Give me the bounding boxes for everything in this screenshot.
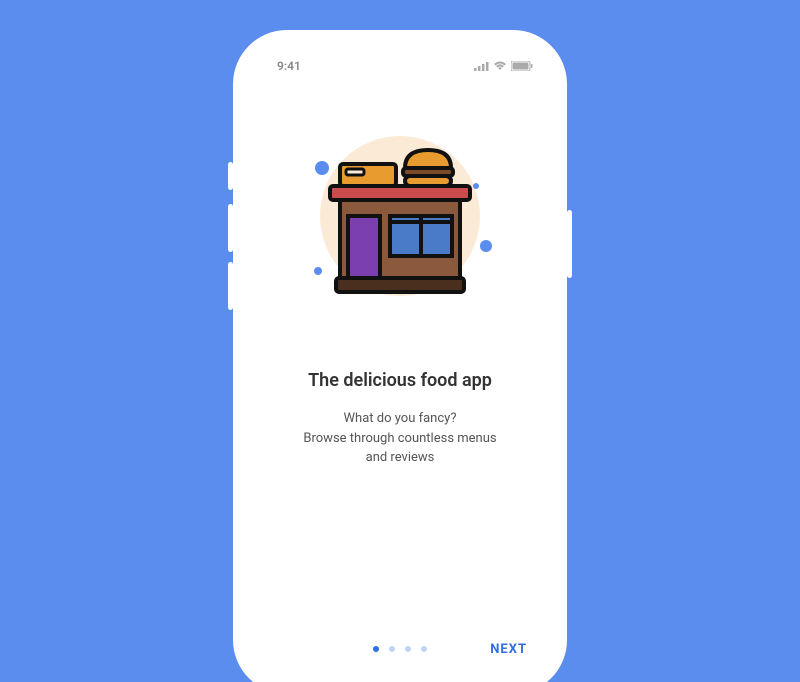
status-icons <box>474 61 537 71</box>
signal-icon <box>474 61 489 71</box>
page-dot[interactable] <box>373 646 379 652</box>
side-button <box>228 262 233 310</box>
side-button <box>228 162 233 190</box>
page-dot[interactable] <box>389 646 395 652</box>
screen: 9:41 <box>245 42 555 682</box>
onboarding-footer: NEXT <box>245 646 555 652</box>
page-dot[interactable] <box>421 646 427 652</box>
next-button[interactable]: NEXT <box>490 642 527 657</box>
page-indicator[interactable] <box>373 646 427 652</box>
onboarding-subtitle: What do you fancy? Browse through countl… <box>263 409 537 468</box>
side-button <box>228 204 233 252</box>
phone-frame: 9:41 <box>245 42 555 682</box>
status-time: 9:41 <box>263 59 301 73</box>
onboarding-illustration <box>263 116 537 316</box>
onboarding-title: The delicious food app <box>263 370 537 391</box>
notch <box>325 42 475 68</box>
page-dot[interactable] <box>405 646 411 652</box>
side-button <box>567 210 572 278</box>
battery-icon <box>511 61 533 71</box>
restaurant-icon <box>290 116 510 316</box>
wifi-icon <box>493 61 507 71</box>
